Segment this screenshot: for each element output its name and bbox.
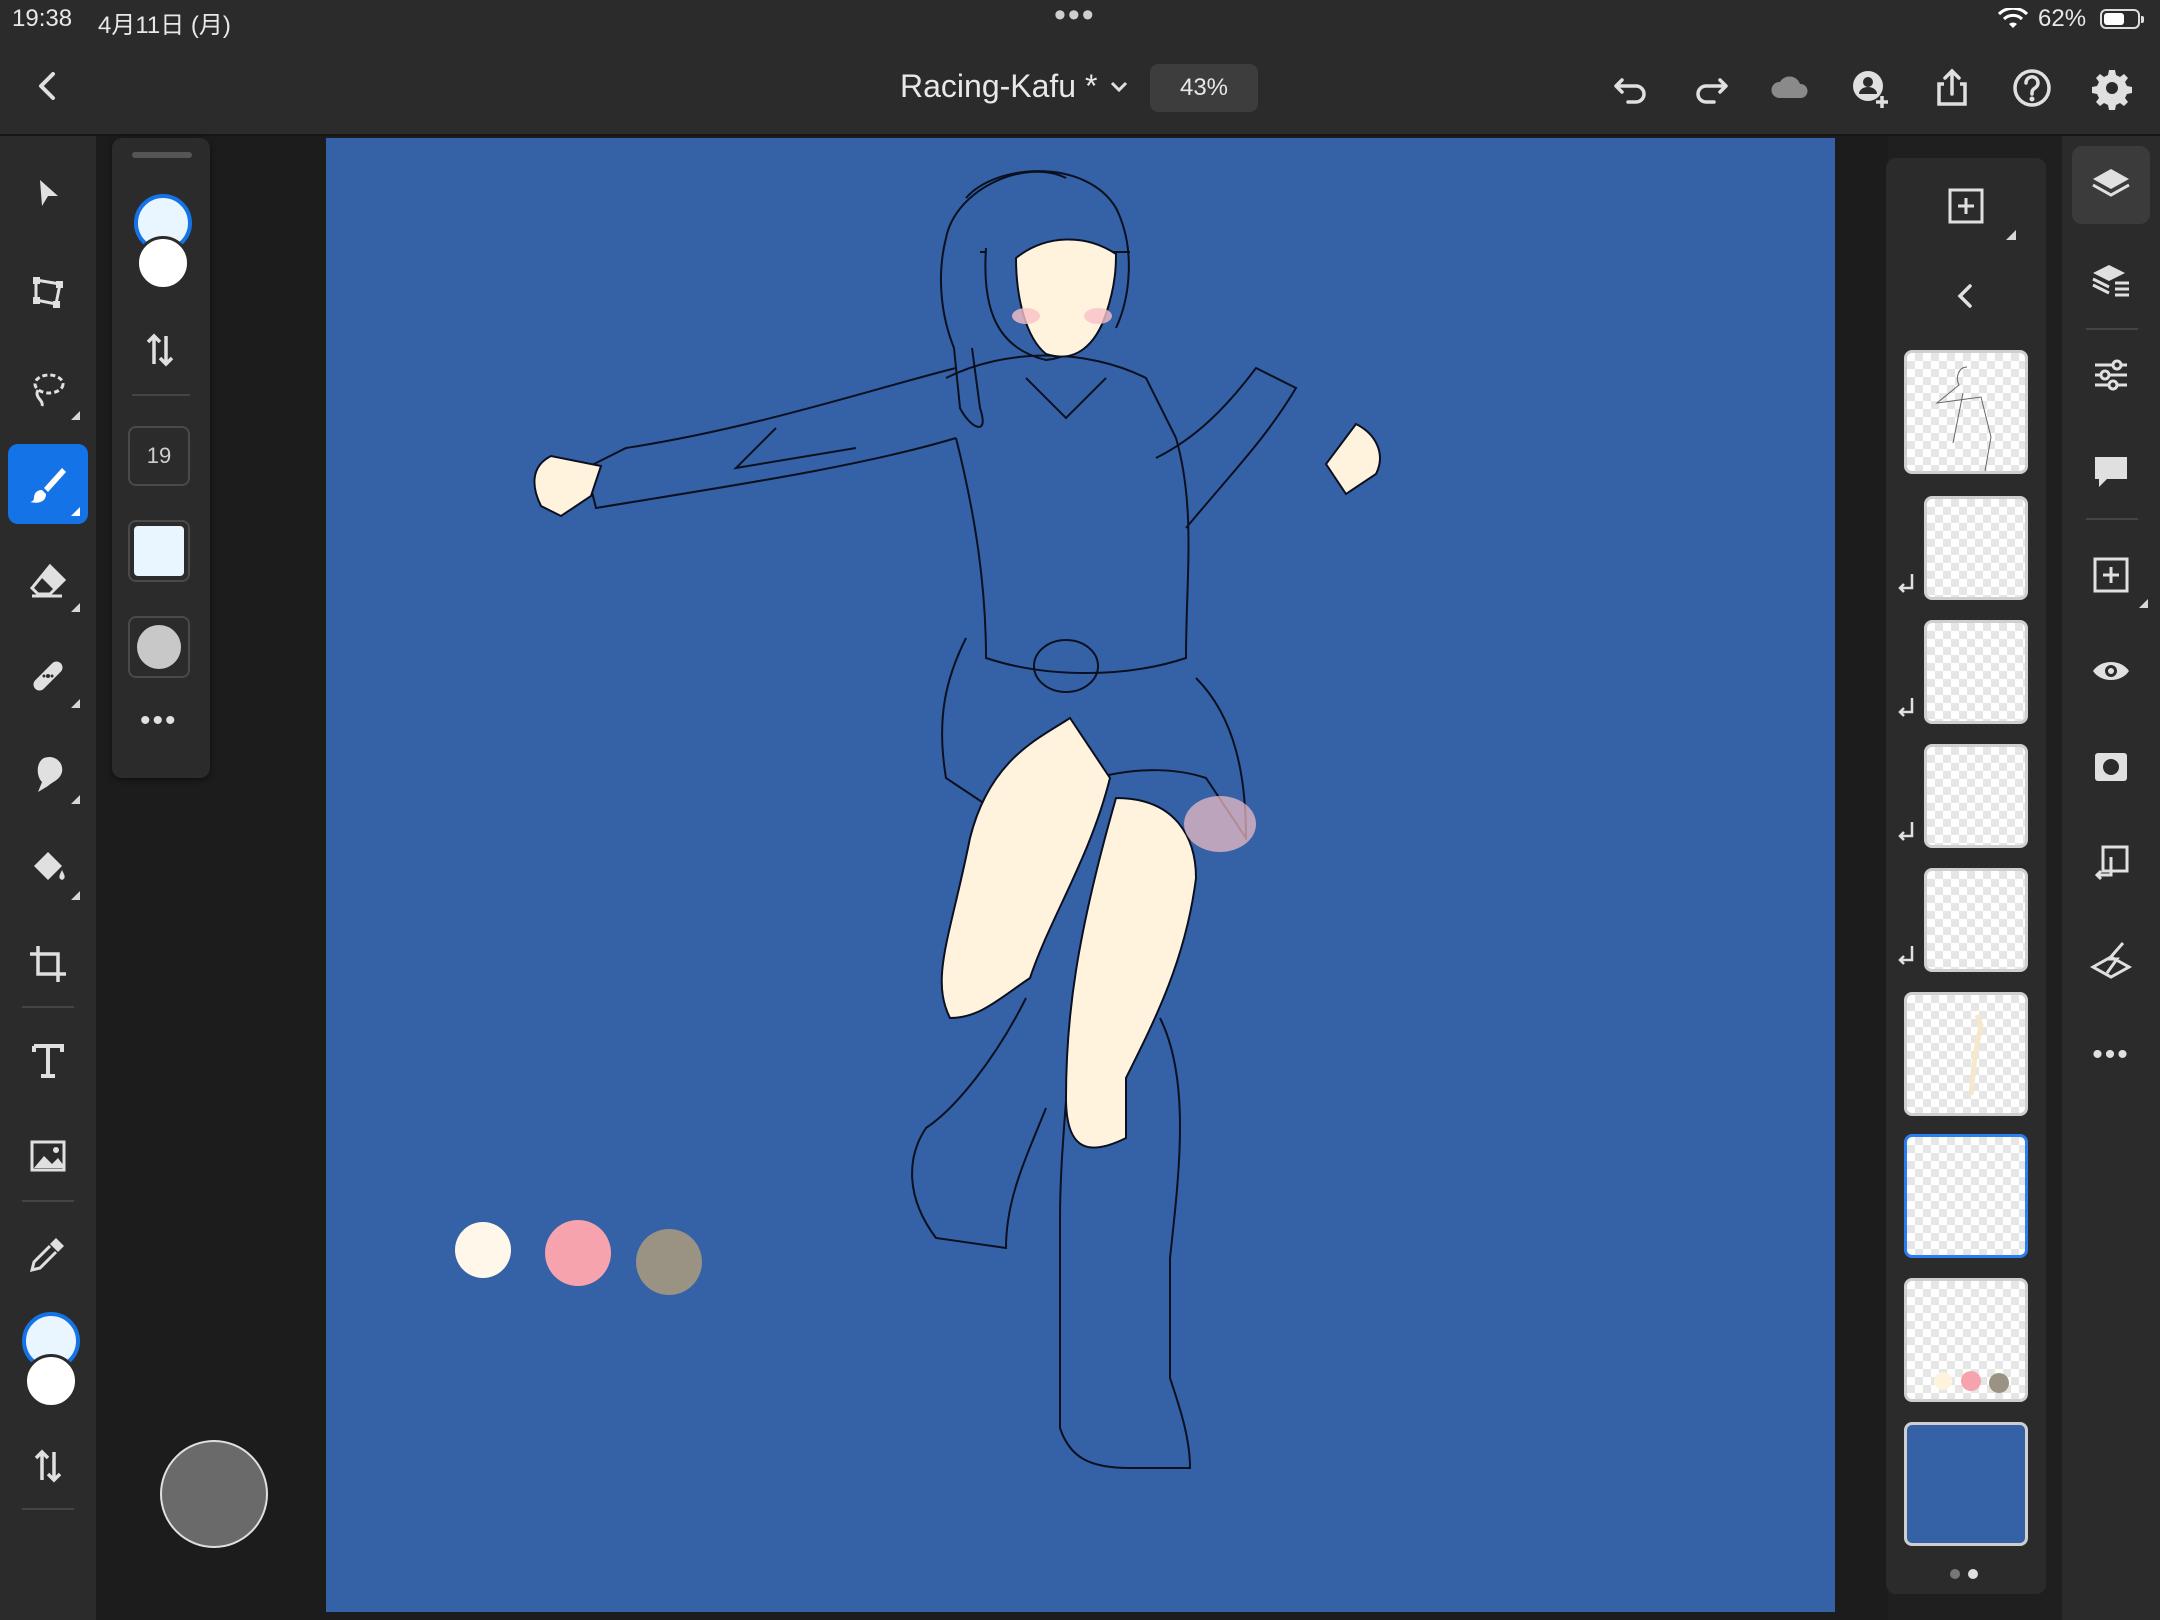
layer-thumbnail-background[interactable] xyxy=(1904,1422,2028,1546)
image-icon[interactable] xyxy=(8,1116,88,1196)
clipping-arrow-icon xyxy=(1898,822,1914,841)
palette-swatch-grey[interactable] xyxy=(636,1229,702,1295)
wifi-icon xyxy=(1998,8,2028,28)
chevron-down-icon xyxy=(1111,81,1128,92)
battery-level xyxy=(2104,13,2124,25)
layer-thumbnail-lineart[interactable] xyxy=(1904,350,2028,474)
visibility-icon[interactable] xyxy=(2072,632,2150,710)
back-icon[interactable] xyxy=(28,66,68,106)
document-title: Racing-Kafu * xyxy=(900,68,1098,104)
clipping-arrow-icon xyxy=(1898,574,1914,593)
brush-color-preview[interactable] xyxy=(128,520,190,582)
panel-drag-handle[interactable] xyxy=(132,152,192,158)
document-title-button[interactable]: Racing-Kafu * xyxy=(900,68,1129,105)
layer-thumbnail-palette[interactable] xyxy=(1904,1278,2028,1402)
clipping-arrow-icon xyxy=(1898,946,1914,965)
layer-thumbnail-clipped-3[interactable] xyxy=(1924,744,2028,848)
smudge-icon[interactable] xyxy=(8,732,88,812)
background-color-swatch[interactable] xyxy=(24,1354,78,1408)
zoom-level-button[interactable]: 43% xyxy=(1150,64,1258,112)
multitasking-dots-icon[interactable]: ••• xyxy=(1054,0,1096,35)
fill-icon[interactable] xyxy=(8,828,88,908)
artboard[interactable] xyxy=(326,138,1835,1612)
color-swatch-pair[interactable] xyxy=(18,1312,82,1408)
transform-icon[interactable] xyxy=(8,252,88,332)
merge-icon[interactable] xyxy=(2072,920,2150,998)
brush-color-swatch-pair[interactable] xyxy=(130,194,194,290)
invite-user-icon[interactable] xyxy=(1848,66,1892,110)
touch-shortcut-button[interactable] xyxy=(160,1440,268,1548)
left-toolbar xyxy=(0,136,96,1620)
battery-percent: 62% xyxy=(2038,5,2087,32)
layers-icon[interactable] xyxy=(2072,146,2150,224)
eyedropper-icon[interactable] xyxy=(8,1214,88,1294)
brush-settings-panel: 19 ••• xyxy=(112,138,210,778)
redo-icon[interactable] xyxy=(1690,66,1734,110)
status-time: 19:38 xyxy=(12,5,73,32)
layer-thumbnail-selected[interactable] xyxy=(1904,1134,2028,1258)
layer-thumbnail-clipped-1[interactable] xyxy=(1924,496,2028,600)
adjustments-icon[interactable] xyxy=(2072,336,2150,414)
settings-gear-icon[interactable] xyxy=(2090,66,2134,110)
top-bar: Racing-Kafu * 43% xyxy=(0,40,2160,136)
brush-background-color[interactable] xyxy=(136,236,190,290)
more-icon[interactable]: ••• xyxy=(2072,1016,2150,1094)
share-icon[interactable] xyxy=(1930,66,1974,110)
brush-size-field[interactable]: 19 xyxy=(128,426,190,486)
cloud-icon[interactable] xyxy=(1768,66,1812,110)
layer-thumbnail-clipped-2[interactable] xyxy=(1924,620,2028,724)
collapse-panel-icon[interactable] xyxy=(1948,278,1984,314)
clipping-arrow-icon xyxy=(1898,698,1914,717)
brush-shape-preview[interactable] xyxy=(128,616,190,678)
crop-icon[interactable] xyxy=(8,924,88,1004)
clipping-mask-icon[interactable] xyxy=(2072,824,2150,902)
palette-swatch-cream[interactable] xyxy=(455,1222,511,1278)
status-date: 4月11日 (月) xyxy=(98,12,231,39)
eraser-icon[interactable] xyxy=(8,540,88,620)
text-icon[interactable] xyxy=(8,1020,88,1100)
undo-icon[interactable] xyxy=(1608,66,1652,110)
brush-icon[interactable] xyxy=(8,444,88,524)
layer-thumbnail-skin[interactable] xyxy=(1904,992,2028,1116)
palette-swatch-pink[interactable] xyxy=(545,1220,611,1286)
comments-icon[interactable] xyxy=(2072,432,2150,510)
status-bar: 19:38 4月11日 (月) ••• 62% xyxy=(0,0,2160,40)
mask-icon[interactable] xyxy=(2072,728,2150,806)
right-toolbar: ••• xyxy=(2062,136,2160,1620)
layer-properties-icon[interactable] xyxy=(2072,242,2150,320)
add-layer-icon[interactable] xyxy=(2072,536,2150,614)
layers-panel xyxy=(1886,158,2046,1594)
add-layer-icon[interactable] xyxy=(1944,184,1988,228)
swap-colors-icon[interactable] xyxy=(8,1426,88,1506)
page-indicator xyxy=(1950,1566,1986,1584)
lasso-icon[interactable] xyxy=(8,348,88,428)
help-icon[interactable] xyxy=(2010,66,2054,110)
battery-icon xyxy=(2100,9,2144,29)
more-icon[interactable]: ••• xyxy=(140,704,178,738)
artwork xyxy=(455,170,1381,1469)
layer-thumbnail-clipped-4[interactable] xyxy=(1924,868,2028,972)
healing-icon[interactable] xyxy=(8,636,88,716)
select-icon[interactable] xyxy=(8,154,88,234)
swap-colors-icon[interactable] xyxy=(138,328,182,372)
